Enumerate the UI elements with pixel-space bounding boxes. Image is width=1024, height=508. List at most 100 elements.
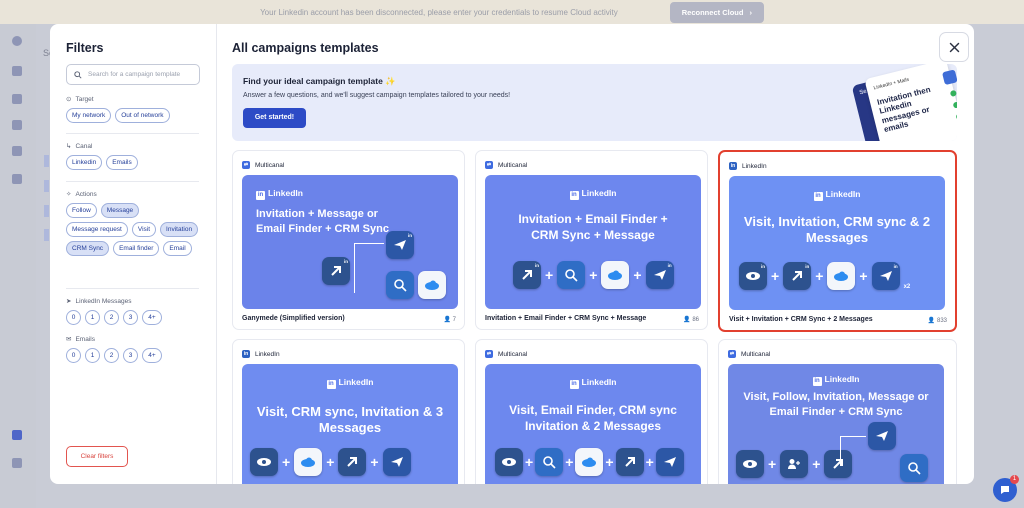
page-title: All campaigns templates bbox=[232, 41, 379, 55]
thumb-brand: in LinkedIn bbox=[728, 374, 944, 386]
linkedin-icon: in bbox=[256, 191, 265, 200]
chip-email-2[interactable]: 2 bbox=[104, 348, 119, 363]
chip-email-3[interactable]: 3 bbox=[123, 348, 138, 363]
template-card[interactable]: ⇄ Multicanal in LinkedIn Invitation + Mess… bbox=[232, 150, 465, 330]
send-icon: ➤ bbox=[66, 298, 72, 305]
invitation-icon: in bbox=[513, 261, 541, 289]
email-finder-icon bbox=[557, 261, 586, 289]
card-usage-value: 7 bbox=[452, 317, 456, 323]
template-card[interactable]: ⇄ Multicanal in LinkedIn Visit, Email Find… bbox=[475, 339, 708, 484]
chip-email-4plus[interactable]: 4+ bbox=[142, 348, 162, 363]
chip-invitation[interactable]: Invitation bbox=[160, 222, 199, 237]
chip-email-finder[interactable]: Email finder bbox=[113, 241, 160, 256]
visit-icon bbox=[250, 448, 278, 476]
plus-icon: + bbox=[370, 454, 379, 470]
chip-visit[interactable]: Visit bbox=[131, 222, 157, 237]
linkedin-messages-filter: ➤ LinkedIn Messages 0 1 2 3 4+ bbox=[66, 297, 202, 325]
chip-out-of-network[interactable]: Out of network bbox=[115, 108, 170, 123]
message-icon bbox=[868, 422, 896, 450]
chip-message[interactable]: Message bbox=[100, 203, 140, 218]
chip-emails[interactable]: Emails bbox=[106, 155, 138, 170]
chip-email[interactable]: Email bbox=[163, 241, 192, 256]
visit-icon bbox=[736, 450, 764, 478]
chip-email-1[interactable]: 1 bbox=[85, 348, 100, 363]
plus-icon: + bbox=[859, 268, 868, 284]
clear-filters-button[interactable]: Clear filters bbox=[66, 446, 128, 467]
banner-description: Answer a few questions, and we'll sugges… bbox=[243, 92, 511, 99]
chip-follow[interactable]: Follow bbox=[66, 203, 97, 218]
thumb-icons: in + + + in bbox=[513, 261, 674, 289]
linkedin-icon: in bbox=[569, 191, 579, 200]
thumb-brand: in LinkedIn bbox=[485, 377, 701, 389]
plus-icon: + bbox=[282, 454, 291, 470]
inbox-icon[interactable] bbox=[12, 146, 22, 156]
multicanal-icon: ⇄ bbox=[242, 161, 250, 169]
follow-icon bbox=[780, 450, 809, 478]
thumb-brand: in LinkedIn bbox=[242, 188, 458, 200]
settings-icon[interactable] bbox=[12, 430, 22, 440]
contacts-icon[interactable] bbox=[12, 94, 22, 104]
card-tag: in LinkedIn bbox=[729, 162, 767, 170]
invitation-icon bbox=[615, 448, 644, 476]
templates-grid: ⇄ Multicanal in LinkedIn Invitation + Mess… bbox=[232, 150, 957, 484]
check-icon bbox=[949, 89, 957, 98]
card-tag: ⇄ Multicanal bbox=[728, 350, 770, 358]
chip-email-0[interactable]: 0 bbox=[66, 348, 81, 363]
card-usage-count: 👤 7 bbox=[444, 316, 457, 323]
users-icon: 👤 bbox=[443, 317, 451, 323]
crm-sync-icon bbox=[601, 261, 630, 289]
campaigns-icon[interactable] bbox=[12, 120, 22, 130]
logo-icon bbox=[12, 36, 22, 46]
card-thumbnail: in LinkedIn Visit, Invitation, CRM sync &… bbox=[729, 176, 945, 310]
template-card[interactable]: ⇄ Multicanal in LinkedIn Invitation + Emai… bbox=[475, 150, 708, 330]
templates-modal: Filters ⊙Target My network Out of networ… bbox=[50, 24, 974, 484]
chip-message-request[interactable]: Message request bbox=[66, 222, 128, 237]
template-card-highlighted[interactable]: in LinkedIn in LinkedIn Visit, Invitation,… bbox=[718, 150, 957, 332]
chat-icon bbox=[1001, 486, 1009, 494]
users-icon: 👤 bbox=[683, 317, 691, 323]
target-filter: ⊙ Target My network Out of network bbox=[66, 95, 202, 123]
template-card[interactable]: in LinkedIn in LinkedIn Visit, CRM sync, I… bbox=[232, 339, 465, 484]
thumb-icons: in bbox=[322, 257, 350, 285]
chip-li-msg-1[interactable]: 1 bbox=[85, 310, 100, 325]
store-icon[interactable] bbox=[12, 174, 22, 184]
thumb-icons: in bbox=[386, 231, 414, 259]
close-button[interactable] bbox=[939, 32, 969, 62]
thumb-icons bbox=[900, 454, 928, 482]
thumb-icons: + + + bbox=[250, 448, 411, 476]
thumb-brand-label: LinkedIn bbox=[825, 189, 861, 199]
actions-filter: ✧ Actions Follow Message Message request … bbox=[66, 190, 202, 256]
linkedin-messages-label: LinkedIn Messages bbox=[75, 297, 132, 305]
card-title: Visit + Invitation + CRM Sync + 2 Messag… bbox=[729, 316, 873, 323]
multicanal-icon: ⇄ bbox=[728, 350, 736, 358]
get-started-button[interactable]: Get started! bbox=[243, 108, 306, 128]
template-search-input[interactable] bbox=[88, 71, 188, 78]
card-tag: in LinkedIn bbox=[242, 350, 280, 358]
crm-sync-icon bbox=[575, 448, 604, 476]
reconnect-cloud-button[interactable]: Reconnect Cloud › bbox=[669, 1, 764, 23]
notifications-icon[interactable] bbox=[12, 458, 22, 468]
chip-li-msg-4plus[interactable]: 4+ bbox=[142, 310, 162, 325]
chat-badge: 1 bbox=[1010, 475, 1019, 484]
actions-label: Actions bbox=[75, 190, 97, 198]
search-icon bbox=[74, 70, 82, 79]
chip-linkedin[interactable]: Linkedin bbox=[66, 155, 103, 170]
template-card[interactable]: ⇄ Multicanal in LinkedIn Visit, Follow, In… bbox=[718, 339, 957, 484]
chip-li-msg-0[interactable]: 0 bbox=[66, 310, 81, 325]
plus-icon: + bbox=[525, 454, 534, 470]
plus-icon: + bbox=[768, 456, 777, 472]
promo-card: LinkedIn + Mails Invitation then Linkedi… bbox=[864, 64, 957, 141]
template-search[interactable] bbox=[66, 64, 200, 85]
chip-my-network[interactable]: My network bbox=[66, 108, 112, 123]
chat-launcher[interactable]: 1 bbox=[993, 475, 1019, 502]
card-usage-value: 86 bbox=[692, 317, 699, 323]
thumb-brand-label: LinkedIn bbox=[581, 377, 617, 387]
home-icon[interactable] bbox=[12, 66, 22, 76]
chip-li-msg-2[interactable]: 2 bbox=[104, 310, 119, 325]
chip-crm-sync[interactable]: CRM Sync bbox=[66, 241, 110, 256]
link-icon bbox=[941, 69, 957, 86]
card-tag: ⇄ Multicanal bbox=[242, 161, 284, 169]
chip-li-msg-3[interactable]: 3 bbox=[123, 310, 138, 325]
thumb-title: Visit, Follow, Invitation, Message or Em… bbox=[743, 391, 929, 418]
thumb-title: Visit, Invitation, CRM sync & 2 Messages bbox=[743, 214, 931, 245]
